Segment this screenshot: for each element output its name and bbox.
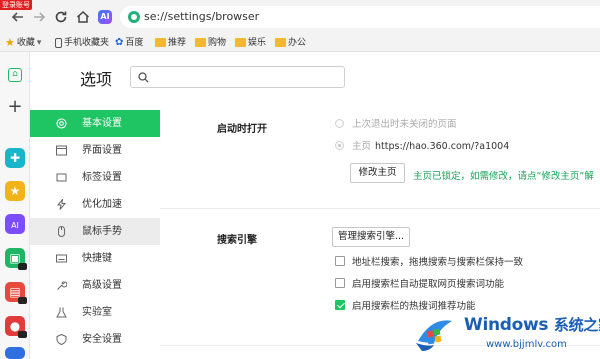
lightning-icon <box>56 199 67 210</box>
menu-interface-settings[interactable]: 界面设置 <box>30 137 160 164</box>
folder-icon <box>195 38 206 47</box>
menu-basic-settings[interactable]: 基本设置 <box>30 110 160 137</box>
shield-icon <box>56 334 67 345</box>
home-icon[interactable] <box>75 9 91 25</box>
bookmark-folder-shopping[interactable]: 购物 <box>195 37 226 49</box>
rail-add-icon[interactable]: + <box>5 97 25 117</box>
window-icon <box>56 145 67 156</box>
manage-search-engines-button[interactable]: 管理搜索引擎... <box>332 227 410 247</box>
side-rail: ⌂ + ✚ ★ AI ▣ ▤ ● <box>0 52 30 359</box>
menu-shortcuts[interactable]: 快捷键 <box>30 245 160 272</box>
bookmark-mobile[interactable]: 手机收藏夹 <box>55 37 109 49</box>
bookmark-folder-recommend[interactable]: 推荐 <box>155 37 186 49</box>
bookmark-baidu[interactable]: ✿ 百度 <box>115 37 143 49</box>
checkbox-search-sync[interactable] <box>335 256 345 266</box>
rail-home-icon[interactable]: ⌂ <box>8 68 22 82</box>
windows-logo-icon <box>416 320 452 351</box>
star-icon: ★ <box>5 36 15 49</box>
rail-more-icon[interactable] <box>5 347 25 359</box>
modify-homepage-button[interactable]: 修改主页 <box>350 163 405 183</box>
rail-image-icon[interactable]: ▣ <box>5 248 27 270</box>
tab-icon <box>56 173 67 182</box>
watermark: Windows 系统之家 www.bjjmlv.com <box>412 305 600 359</box>
browser-toolbar: 登录账号 AI se://settings/browser <box>0 0 600 34</box>
section-divider <box>160 208 600 209</box>
phone-icon <box>55 38 62 48</box>
back-icon[interactable] <box>10 9 26 25</box>
startup-option-homepage[interactable]: 主页 https://hao.360.com/?a1004 <box>335 140 509 154</box>
radio-homepage[interactable] <box>335 141 344 150</box>
homepage-url: https://hao.360.com/?a1004 <box>375 141 510 152</box>
address-url[interactable]: se://settings/browser <box>144 9 259 25</box>
bookmark-folder-office[interactable]: 办公 <box>275 37 306 49</box>
folder-icon <box>275 38 286 47</box>
startup-option-last-session[interactable]: 上次退出时未关闭的页面 <box>335 118 457 132</box>
menu-security[interactable]: 安全设置 <box>30 326 160 353</box>
keyboard-icon <box>56 254 67 263</box>
mouse-icon <box>58 226 65 237</box>
startup-section-label: 启动时打开 <box>217 124 267 135</box>
rail-app-icon[interactable]: ✚ <box>5 148 25 168</box>
bookmark-favorites[interactable]: ★ 收藏 ▾ <box>5 37 41 49</box>
address-bar[interactable]: se://settings/browser <box>120 6 600 28</box>
rail-ai-icon[interactable]: AI <box>5 214 25 234</box>
ai-assistant-icon[interactable]: AI <box>98 10 112 24</box>
menu-optimize[interactable]: 优化加速 <box>30 191 160 218</box>
menu-advanced[interactable]: 高级设置 <box>30 272 160 299</box>
rail-pdf-icon[interactable]: ▤ <box>5 282 27 304</box>
checkbox-hot-words[interactable] <box>335 300 345 310</box>
page-title: 选项 <box>80 70 113 89</box>
watermark-url: www.bjjmlv.com <box>486 339 567 350</box>
bookmarks-bar: ★ 收藏 ▾ 手机收藏夹 ✿ 百度 推荐 购物 娱乐 办公 <box>0 34 600 52</box>
homepage-locked-note: 主页已锁定，如需修改，请点“修改主页”解 <box>413 171 594 182</box>
watermark-title: Windows 系统之家 <box>464 315 600 335</box>
menu-mouse-gestures[interactable]: 鼠标手势 <box>30 218 160 245</box>
rail-record-icon[interactable]: ● <box>5 316 27 338</box>
forward-icon[interactable] <box>31 9 47 25</box>
search-option-sync[interactable]: 地址栏搜索，拖拽搜索与搜索栏保持一致 <box>335 256 523 269</box>
checkbox-auto-extract[interactable] <box>335 278 345 288</box>
bookmark-folder-entertainment[interactable]: 娱乐 <box>235 37 266 49</box>
search-section-label: 搜索引擎 <box>217 235 257 246</box>
gear-icon <box>56 118 67 129</box>
wrench-icon <box>57 281 67 290</box>
menu-tab-settings[interactable]: 标签设置 <box>30 164 160 191</box>
folder-icon <box>235 38 246 47</box>
baidu-paw-icon: ✿ <box>115 37 124 48</box>
settings-search-input[interactable] <box>130 66 345 88</box>
search-option-auto-extract[interactable]: 启用搜索栏自动提取网页搜索词功能 <box>335 278 504 291</box>
flask-icon <box>56 307 67 318</box>
rail-star-icon[interactable]: ★ <box>5 181 25 201</box>
chevron-down-icon: ▾ <box>36 38 42 48</box>
reload-icon[interactable] <box>53 9 69 25</box>
security-icon <box>128 11 140 23</box>
search-icon <box>138 72 149 83</box>
folder-icon <box>155 38 166 47</box>
menu-lab[interactable]: 实验室 <box>30 299 160 326</box>
radio-last-session[interactable] <box>335 119 344 128</box>
